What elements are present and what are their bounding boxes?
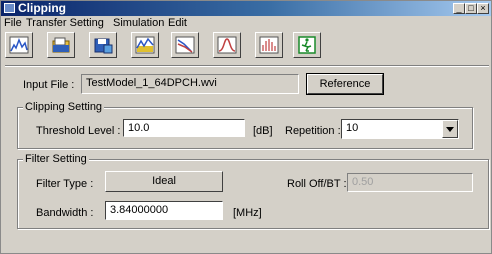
repetition-select[interactable]: 10 <box>341 119 459 139</box>
app-icon <box>4 3 15 13</box>
rolloff-label: Roll Off/BT : <box>287 178 347 190</box>
window-title: Clipping <box>18 1 66 15</box>
maximize-button[interactable]: □ <box>465 3 477 14</box>
input-file-field[interactable]: TestModel_1_64DPCH.wvi <box>81 74 299 94</box>
threshold-level-label: Threshold Level : <box>36 125 121 137</box>
bandwidth-label: Bandwidth : <box>36 207 94 219</box>
menu-transfer-setting[interactable]: Transfer Setting <box>26 17 104 29</box>
waveform-graph-button[interactable] <box>131 32 159 58</box>
threshold-unit-label: [dB] <box>253 125 273 137</box>
spectrum-analyzer-button[interactable] <box>171 32 199 58</box>
title-bar[interactable]: Clipping _ □ × <box>1 1 491 16</box>
open-file-button[interactable] <box>47 32 75 58</box>
open-folder-icon <box>52 37 70 53</box>
bar-spectrum-button[interactable] <box>255 32 283 58</box>
menu-bar: File Transfer Setting Simulation Edit <box>1 17 491 29</box>
clipping-setting-title: Clipping Setting <box>23 101 105 113</box>
clipping-window: Clipping _ □ × File Transfer Setting Sim… <box>0 0 492 254</box>
filter-setting-title: Filter Setting <box>23 153 89 165</box>
repetition-label: Repetition : <box>285 125 341 137</box>
spectrum-chart-button[interactable] <box>5 32 33 58</box>
input-file-label: Input File : <box>23 79 75 91</box>
menu-edit[interactable]: Edit <box>168 17 187 29</box>
spectrum-chart-icon <box>9 36 29 54</box>
menu-file[interactable]: File <box>4 17 22 29</box>
minimize-button[interactable]: _ <box>453 3 465 14</box>
reference-button[interactable]: Reference <box>306 73 384 95</box>
bell-curve-icon <box>217 36 237 54</box>
bandwidth-unit-label: [MHz] <box>233 207 262 219</box>
save-file-button[interactable] <box>89 32 117 58</box>
threshold-level-input[interactable]: 10.0 <box>123 119 245 137</box>
spectrum-analyzer-icon <box>175 36 195 54</box>
filter-type-label: Filter Type : <box>36 178 94 190</box>
exit-button[interactable] <box>293 32 321 58</box>
exit-icon <box>298 36 316 54</box>
bell-curve-button[interactable] <box>213 32 241 58</box>
filter-type-button[interactable]: Ideal <box>105 171 223 192</box>
menu-simulation[interactable]: Simulation <box>113 17 164 29</box>
save-file-icon <box>94 38 113 54</box>
bar-spectrum-icon <box>259 36 279 54</box>
repetition-value: 10 <box>346 122 359 134</box>
bandwidth-input[interactable]: 3.84000000 <box>105 201 223 220</box>
rolloff-input: 0.50 <box>347 173 473 192</box>
chevron-down-icon[interactable] <box>442 120 458 138</box>
toolbar-separator <box>5 65 489 67</box>
waveform-graph-icon <box>135 36 155 54</box>
close-button[interactable]: × <box>477 3 489 14</box>
